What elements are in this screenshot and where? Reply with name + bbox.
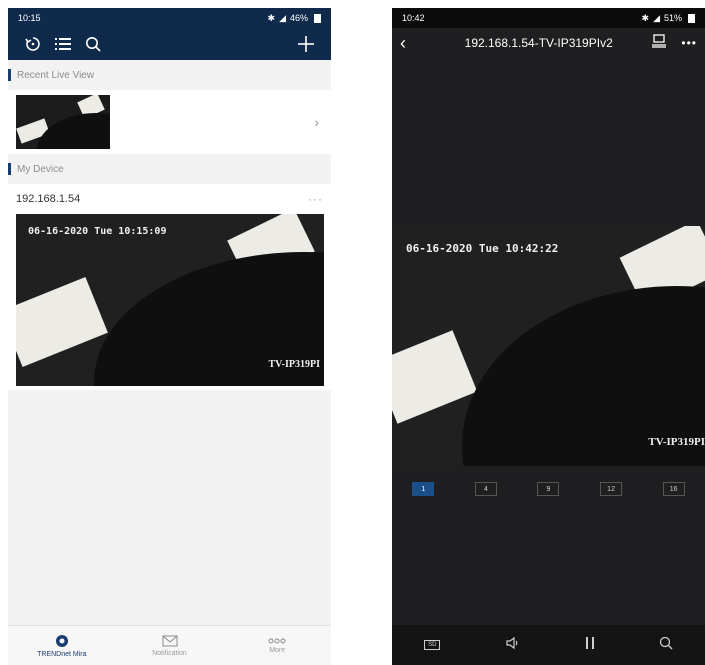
nav-trendnet-mira[interactable]: TRENDnet Mira: [8, 626, 116, 665]
osd-camera-name: TV-IP319PI: [648, 436, 705, 448]
split-1-button[interactable]: 1: [412, 482, 435, 496]
search-icon[interactable]: [659, 636, 673, 655]
battery-level: 46%: [289, 13, 308, 23]
battery-icon: [688, 13, 695, 23]
split-screen-selector: 1 4 9 12 16: [392, 480, 705, 498]
sd-quality-button[interactable]: SD: [424, 640, 441, 650]
section-title: Recent Live View: [17, 69, 95, 81]
osd-timestamp: 06-16-2020 Tue 10:15:09: [28, 226, 167, 237]
section-title: My Device: [17, 163, 64, 175]
battery-level: 51%: [663, 13, 682, 23]
more-icon: [268, 638, 286, 643]
camera-title: 192.168.1.54-TV-IP319PIv2: [464, 36, 613, 50]
more-options-icon[interactable]: •••: [681, 36, 697, 50]
device-name: 192.168.1.54: [16, 193, 81, 205]
speaker-icon[interactable]: [505, 636, 521, 655]
right-phone-screen: 10:42 ✱ ◢ 51% ‹ 192.168.1.54-TV-IP319PIv…: [392, 8, 705, 665]
search-icon[interactable]: [78, 36, 108, 52]
osd-timestamp: 06-16-2020 Tue 10:42:22: [406, 242, 559, 255]
split-9-button[interactable]: 9: [537, 482, 560, 496]
split-16-button[interactable]: 16: [662, 482, 685, 496]
mail-icon: [162, 635, 177, 646]
refresh-icon[interactable]: [18, 36, 48, 52]
osd-camera-name: TV-IP319PI: [268, 359, 320, 370]
live-video-view[interactable]: 06-16-2020 Tue 10:42:22 TV-IP319PI: [392, 226, 705, 466]
device-settings-icon[interactable]: [651, 33, 667, 53]
status-time: 10:42: [402, 13, 425, 23]
nav-notification[interactable]: Notification: [116, 626, 224, 665]
my-device-header: My Device: [8, 154, 331, 184]
top-toolbar: [8, 28, 331, 60]
split-4-button[interactable]: 4: [474, 482, 497, 496]
sd-quality-icon: SD: [424, 640, 441, 650]
live-view-header: ‹ 192.168.1.54-TV-IP319PIv2 •••: [392, 28, 705, 58]
list-icon[interactable]: [48, 37, 78, 51]
status-bar: 10:42 ✱ ◢ 51%: [392, 8, 705, 28]
recent-live-view-header: Recent Live View: [8, 60, 331, 90]
camera-preview[interactable]: 06-16-2020 Tue 10:15:09 TV-IP319PI: [16, 214, 324, 386]
status-bar: 10:15 ✱ ◢ 46%: [8, 8, 331, 28]
signal-icon: ◢: [653, 12, 660, 23]
pause-icon[interactable]: [585, 636, 595, 655]
chevron-right-icon: ›: [314, 114, 319, 130]
bluetooth-icon: ✱: [641, 12, 650, 23]
device-card: 192.168.1.54 ··· 06-16-2020 Tue 10:15:09…: [8, 184, 331, 390]
left-phone-screen: 10:15 ✱ ◢ 46% Recent Live View › My Devi…: [8, 8, 331, 665]
playback-controls: SD: [392, 625, 705, 665]
battery-icon: [314, 13, 321, 23]
bluetooth-icon: ✱: [267, 12, 276, 23]
recent-thumbnail: [16, 95, 110, 149]
recent-live-view-item[interactable]: ›: [8, 90, 331, 154]
camera-icon: [55, 634, 68, 647]
bottom-navigation: TRENDnet Mira Notification More: [8, 625, 331, 665]
status-time: 10:15: [18, 13, 41, 23]
more-options-icon[interactable]: ···: [308, 192, 323, 206]
signal-icon: ◢: [279, 12, 286, 23]
add-icon[interactable]: [291, 35, 321, 53]
split-12-button[interactable]: 12: [600, 482, 623, 496]
nav-more[interactable]: More: [223, 626, 331, 665]
